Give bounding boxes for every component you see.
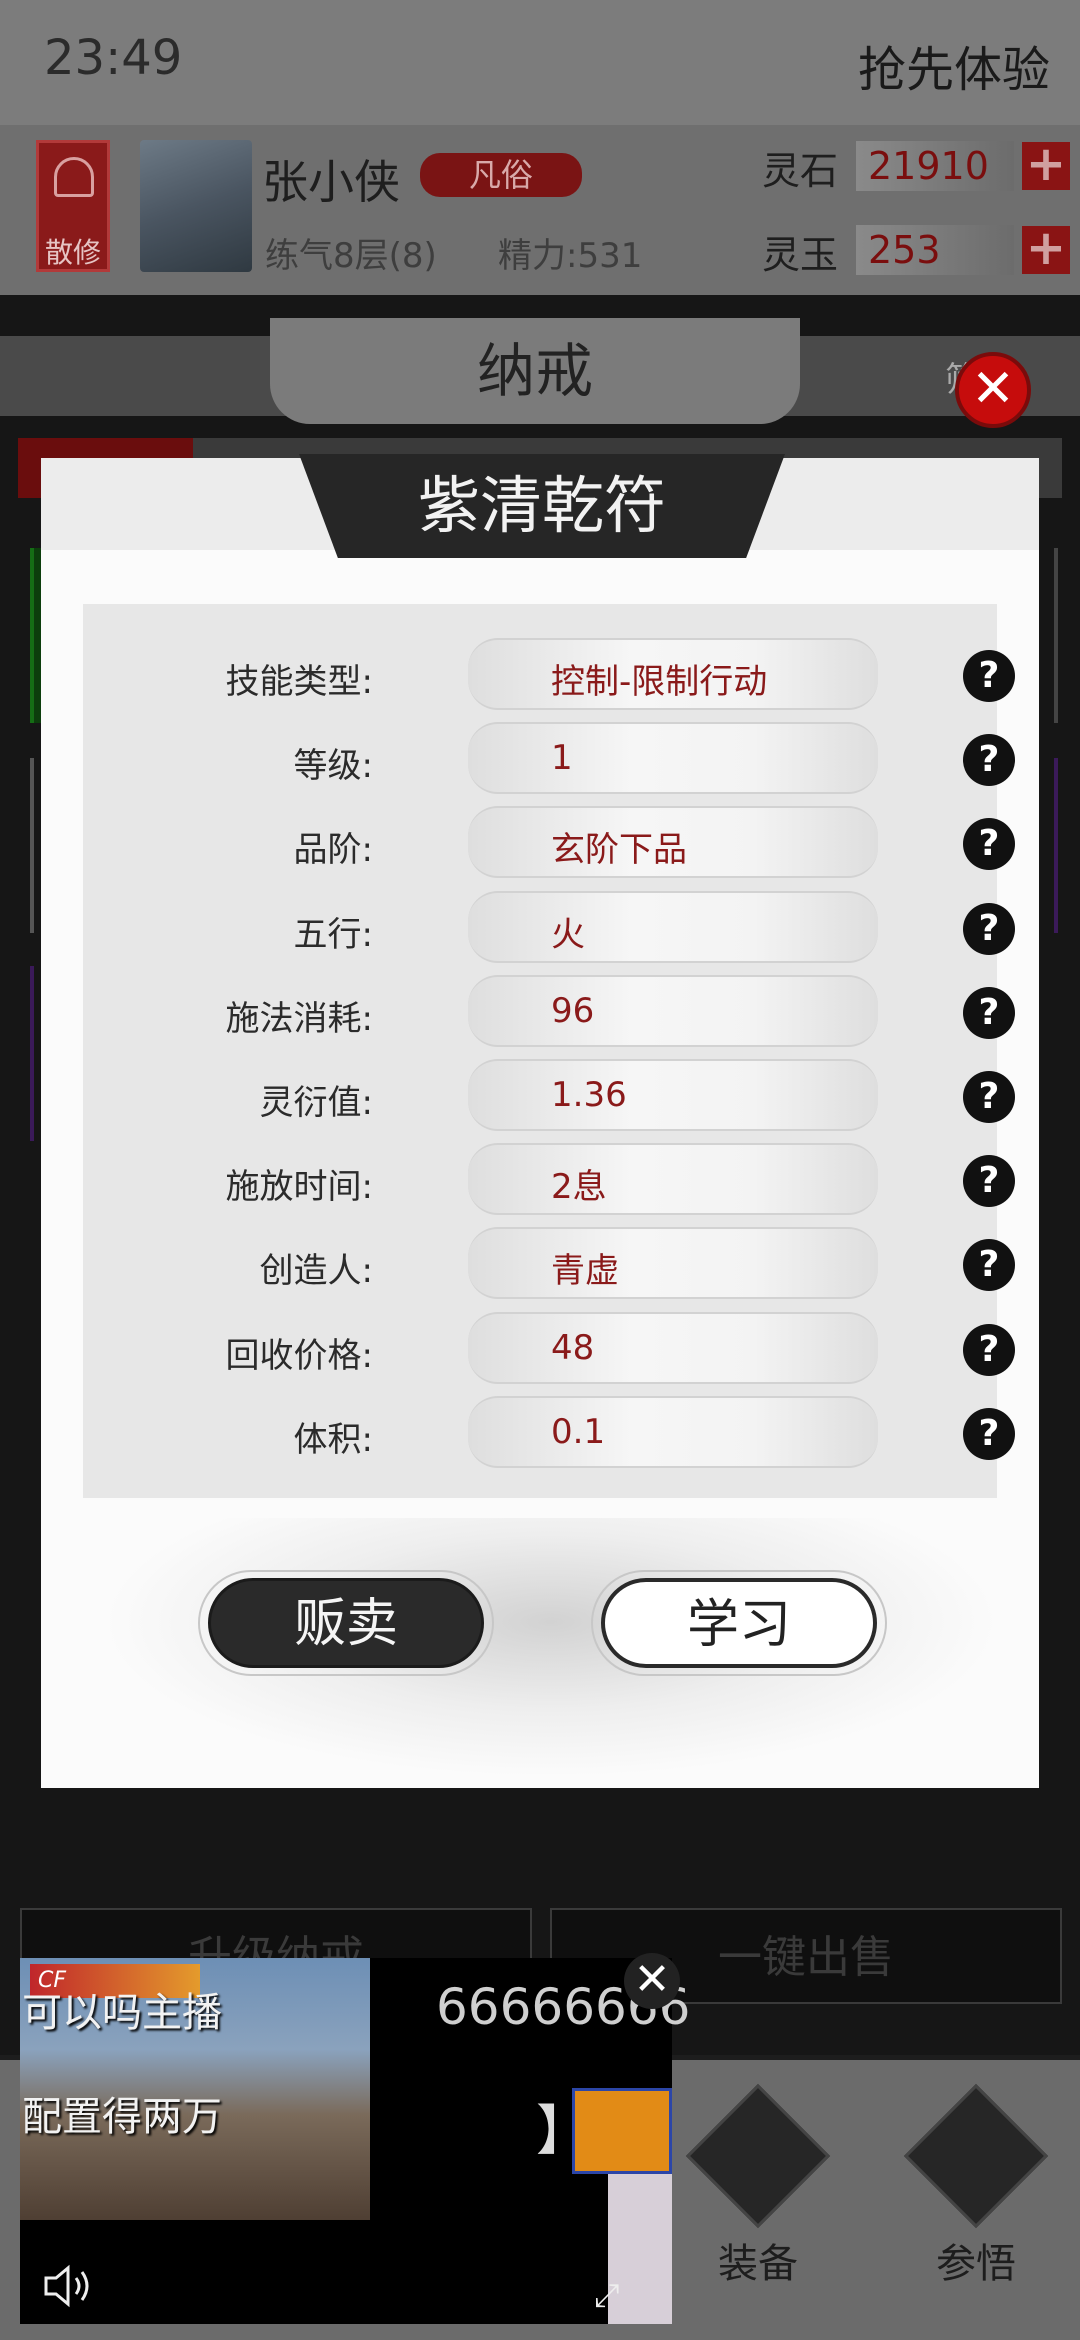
attribute-value-bg [468,1227,878,1300]
close-video-icon[interactable]: ✕ [624,1953,680,2009]
nav-comprehend-label: 参悟 [936,2241,1016,2287]
modal-title: 紫清乾符 [417,469,666,542]
spirit-jade-label: 灵玉 [762,233,839,277]
attribute-value: 控制-限制行动 [551,662,768,702]
skill-detail-modal: 紫清乾符 贩卖 学习 技能类型: 控制-限制行动? 等级: 1? 品阶: 玄阶下品? 五行:… [41,454,1039,1788]
attribute-row: 创造人: 青虚? [83,1223,1015,1307]
attribute-label: 创造人: [259,1251,373,1292]
add-spirit-jade-button[interactable]: + [1022,224,1070,274]
lotus-icon [54,157,94,197]
inventory-title: 纳戒 [476,337,593,405]
attribute-row: 五行: 火? [83,887,1015,971]
expand-icon[interactable]: ⤢ [594,2276,620,2315]
player-name: 张小侠 [262,155,400,209]
attribute-value-bg [468,722,878,795]
attribute-label: 五行: [293,914,373,955]
status-time: 23:49 [44,30,183,86]
floating-video-ad[interactable]: CF 可以吗主播 配置得两万 66666666 】 ⤢ ✕ [20,1953,691,2324]
help-icon[interactable]: ? [963,902,1015,955]
help-icon[interactable]: ? [963,818,1015,871]
attribute-label: 等级: [293,746,373,787]
spirit-jade-value: 253 [856,225,1014,275]
attribute-label: 技能类型: [225,662,373,702]
sword-icon [685,2083,831,2229]
player-realm: 练气8层(8) [265,236,437,276]
sell-button[interactable]: 贩卖 [208,1578,484,1668]
status-bar: 23:49 抢先体验 [0,0,1080,125]
early-access-label[interactable]: 抢先体验 [858,30,1050,100]
rank-badge: 凡俗 [420,153,582,197]
attribute-row: 体积: 0.1? [83,1392,1015,1476]
attribute-value-bg [468,1311,878,1384]
attribute-row: 施法消耗: 96? [83,971,1015,1055]
attribute-row: 等级: 1? [83,718,1015,802]
attribute-label: 施放时间: [225,1167,373,1208]
sect-label: 散修 [44,236,101,269]
attribute-value: 0.1 [551,1411,606,1452]
attribute-value-bg [468,1395,878,1468]
spirit-stone-value: 21910 [856,141,1014,191]
ad-banner[interactable] [572,2088,672,2174]
attribute-value: 2息 [551,1167,607,1208]
help-icon[interactable]: ? [963,1071,1015,1123]
attribute-value-bg [468,1059,878,1131]
help-icon[interactable]: ? [963,1239,1015,1292]
attribute-label: 体积: [293,1419,373,1460]
attribute-label: 施法消耗: [225,998,373,1039]
attribute-value-bg [468,890,878,963]
attribute-value: 1.36 [551,1075,627,1115]
attribute-value: 青虚 [551,1251,619,1292]
attribute-value: 48 [551,1327,595,1368]
add-spirit-stone-button[interactable]: + [1022,140,1070,190]
attribute-row: 施放时间: 2息? [83,1139,1015,1223]
attribute-label: 灵衍值: [259,1083,373,1123]
attribute-value: 96 [551,990,595,1031]
attribute-label: 品阶: [293,830,373,871]
item-card-right-1[interactable] [1040,548,1058,723]
help-icon[interactable]: ? [963,1155,1015,1208]
player-energy: 精力:531 [498,236,643,276]
attribute-value-bg [468,974,878,1047]
player-avatar[interactable] [140,140,252,272]
attribute-label: 回收价格: [225,1335,373,1376]
attribute-row: 灵衍值: 1.36? [83,1055,1015,1139]
attribute-row: 回收价格: 48? [83,1308,1015,1392]
help-icon[interactable]: ? [963,1407,1015,1460]
help-icon[interactable]: ? [963,734,1015,787]
attribute-value: 玄阶下品 [551,830,687,871]
video-caption-2: 配置得两万 [22,2094,222,2140]
help-icon[interactable]: ? [963,650,1015,702]
book-icon [903,2083,1049,2229]
inventory-title-tab: 纳戒 [270,318,800,424]
learn-button[interactable]: 学习 [601,1578,877,1668]
attribute-value: 火 [551,914,585,955]
help-icon[interactable]: ? [963,1323,1015,1376]
sect-badge[interactable]: 散修 [36,140,110,272]
attribute-row: 技能类型: 控制-限制行动? [83,634,1015,718]
nav-equipment-label: 装备 [718,2241,798,2287]
attribute-row: 品阶: 玄阶下品? [83,802,1015,886]
nav-comprehend[interactable]: 参悟 [903,2083,1049,2289]
spirit-stone-label: 灵石 [762,149,839,193]
video-caption-1: 可以吗主播 [22,1990,222,2036]
speaker-icon[interactable] [42,2264,98,2308]
close-icon[interactable]: ✕ [955,352,1031,428]
nav-equipment[interactable]: 装备 [685,2083,831,2289]
help-icon[interactable]: ? [963,986,1015,1039]
item-card-right-2[interactable] [1040,758,1058,933]
attribute-value: 1 [551,738,573,779]
attribute-value-bg [468,1143,878,1216]
